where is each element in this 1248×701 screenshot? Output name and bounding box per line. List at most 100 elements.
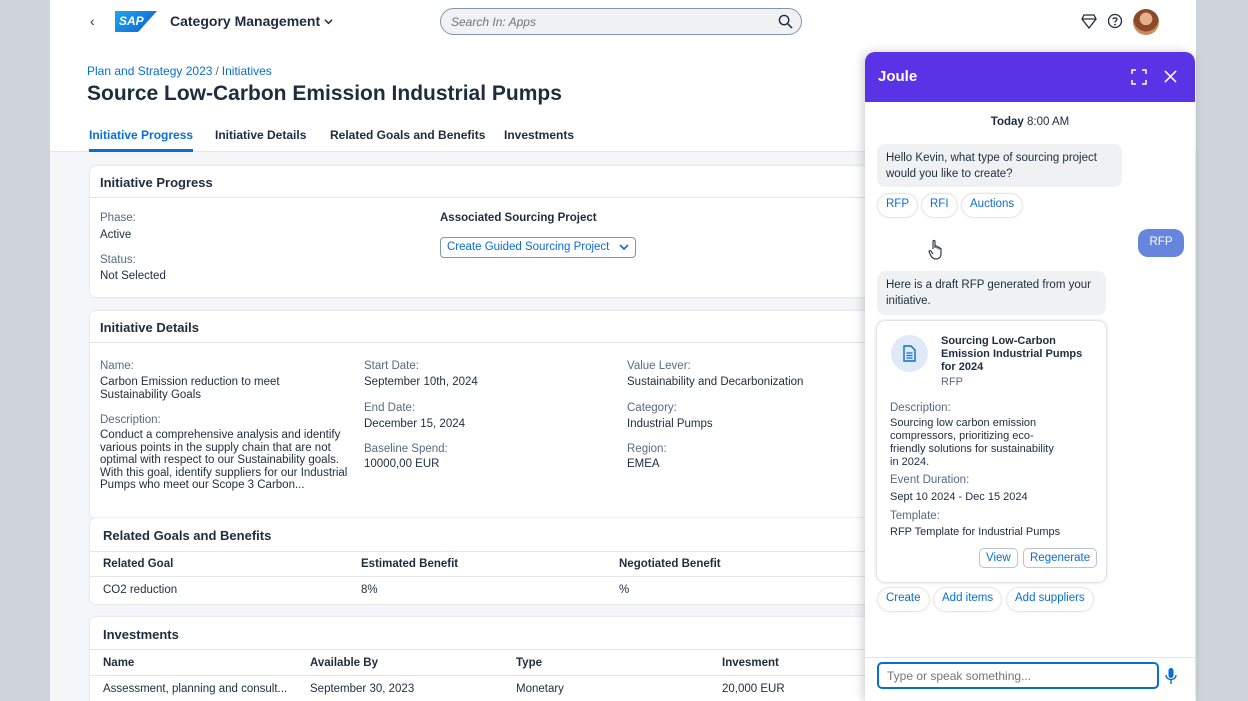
description-label: Description: — [100, 414, 161, 426]
status-value: Not Selected — [100, 270, 166, 282]
tab-initiative-progress[interactable]: Initiative Progress — [89, 128, 194, 152]
rfp-duration-value: Sept 10 2024 - Dec 15 2024 — [890, 491, 1028, 503]
rfp-description-label: Description: — [890, 402, 951, 414]
phase-value: Active — [100, 229, 132, 241]
divider — [90, 649, 920, 650]
start-date-label: Start Date: — [364, 360, 419, 372]
column-header: Name — [103, 657, 135, 669]
divider — [90, 342, 920, 343]
document-icon — [903, 345, 916, 362]
chat-input[interactable] — [879, 664, 1149, 687]
card-title: Initiative Details — [100, 320, 199, 335]
region-label: Region: — [627, 443, 667, 455]
breadcrumb-separator: / — [215, 64, 219, 78]
joule-panel: Joule Today 8:00 AM Hello Kevin, what ty… — [865, 52, 1195, 701]
page-title: Source Low-Carbon Emission Industrial Pu… — [87, 82, 562, 105]
regenerate-button[interactable]: Regenerate — [1023, 548, 1098, 568]
column-header: Related Goal — [103, 558, 174, 570]
action-chip-add-suppliers[interactable]: Add suppliers — [1007, 588, 1093, 611]
column-header: Invesment — [722, 657, 779, 669]
timestamp-day: Today — [990, 116, 1024, 128]
initiative-progress-card: Initiative Progress Phase: Active Status… — [90, 166, 920, 297]
name-value: Carbon Emission reduction to meet Sustai… — [100, 376, 280, 401]
name-label: Name: — [100, 360, 134, 372]
description-value: Conduct a comprehensive analysis and ide… — [100, 429, 348, 491]
divider — [865, 657, 1195, 658]
baseline-spend-value: 10000,00 EUR — [364, 458, 440, 470]
table-cell: Assessment, planning and consult... — [103, 683, 288, 695]
view-button[interactable]: View — [979, 548, 1018, 568]
option-chip-rfp[interactable]: RFP — [878, 194, 917, 217]
status-label: Status: — [100, 254, 136, 266]
background-left — [0, 0, 50, 701]
table-cell: 8% — [361, 584, 378, 596]
column-header: Estimated Benefit — [361, 558, 459, 570]
option-chip-auctions[interactable]: Auctions — [962, 194, 1023, 217]
associated-project-label: Associated Sourcing Project — [440, 212, 597, 224]
rfp-draft-card[interactable]: Sourcing Low-Carbon Emission Industrial … — [877, 321, 1106, 582]
joule-title: Joule — [878, 68, 918, 85]
background-right — [1196, 0, 1248, 701]
microphone-icon[interactable] — [1165, 667, 1177, 685]
start-date-value: September 10th, 2024 — [364, 376, 478, 388]
table-cell: September 30, 2023 — [310, 683, 415, 695]
end-date-value: December 15, 2024 — [364, 418, 466, 430]
help-icon[interactable] — [1107, 13, 1123, 29]
category-value: Industrial Pumps — [627, 418, 713, 430]
diamond-icon[interactable] — [1081, 13, 1097, 29]
chevron-down-icon — [324, 19, 333, 25]
dropdown-label: Create Guided Sourcing Project — [447, 241, 610, 253]
message-timestamp: Today 8:00 AM — [865, 116, 1195, 128]
app-title-menu[interactable]: Category Management — [170, 13, 333, 29]
chat-input-field[interactable] — [877, 662, 1159, 689]
sap-logo[interactable]: SAP — [115, 11, 157, 32]
baseline-spend-label: Baseline Spend: — [364, 443, 448, 455]
card-title: Initiative Progress — [100, 175, 213, 190]
avatar[interactable] — [1133, 9, 1159, 35]
investments-card: Investments Name Available By Type Inves… — [90, 617, 920, 701]
divider — [90, 551, 920, 552]
breadcrumb-link-initiatives[interactable]: Initiatives — [222, 64, 272, 78]
divider — [90, 675, 920, 676]
column-header: Available By — [310, 657, 378, 669]
action-chip-create[interactable]: Create — [878, 588, 929, 611]
create-sourcing-project-dropdown[interactable]: Create Guided Sourcing Project — [440, 237, 637, 258]
region-value: EMEA — [627, 458, 660, 470]
search-input[interactable] — [441, 9, 761, 34]
rfp-card-title: Sourcing Low-Carbon Emission Industrial … — [941, 335, 1083, 373]
search-icon[interactable] — [778, 14, 793, 29]
shell-bar: ‹ SAP Category Management — [50, 0, 1196, 42]
initiative-details-card: Initiative Details Name: Carbon Emission… — [90, 311, 920, 518]
back-icon[interactable]: ‹ — [90, 13, 95, 29]
breadcrumb: Plan and Strategy 2023/Initiatives — [87, 64, 272, 78]
phase-label: Phase: — [100, 212, 136, 224]
search-field[interactable] — [440, 8, 802, 35]
user-message-bubble: RFP — [1138, 229, 1184, 257]
rfp-card-subtitle: RFP — [941, 376, 963, 388]
logo-text: SAP — [119, 14, 144, 28]
rfp-template-label: Template: — [890, 510, 940, 522]
action-chip-add-items[interactable]: Add items — [934, 588, 1002, 611]
related-goals-card: Related Goals and Benefits Related Goal … — [90, 518, 920, 604]
tab-initiative-details[interactable]: Initiative Details — [215, 128, 306, 152]
value-lever-label: Value Lever: — [627, 360, 691, 372]
rfp-description-value: Sourcing low carbon emission compressors… — [890, 417, 1054, 468]
card-title: Investments — [103, 627, 179, 642]
close-icon[interactable] — [1164, 70, 1177, 83]
hand-cursor-icon — [928, 239, 942, 260]
joule-header: Joule — [865, 52, 1195, 102]
column-header: Type — [516, 657, 542, 669]
category-label: Category: — [627, 402, 677, 414]
tab-investments[interactable]: Investments — [504, 128, 574, 152]
value-lever-value: Sustainability and Decarbonization — [627, 376, 804, 388]
tab-related-goals[interactable]: Related Goals and Benefits — [330, 128, 485, 152]
option-chip-rfi[interactable]: RFI — [922, 194, 957, 217]
breadcrumb-link-plan[interactable]: Plan and Strategy 2023 — [87, 64, 212, 78]
table-cell: Monetary — [516, 683, 564, 695]
expand-icon[interactable] — [1131, 69, 1147, 85]
column-header: Negotiated Benefit — [619, 558, 721, 570]
divider — [90, 576, 920, 577]
assistant-greeting-bubble: Hello Kevin, what type of sourcing proje… — [877, 144, 1122, 187]
chevron-down-icon — [619, 244, 629, 251]
app-title: Category Management — [170, 13, 321, 29]
